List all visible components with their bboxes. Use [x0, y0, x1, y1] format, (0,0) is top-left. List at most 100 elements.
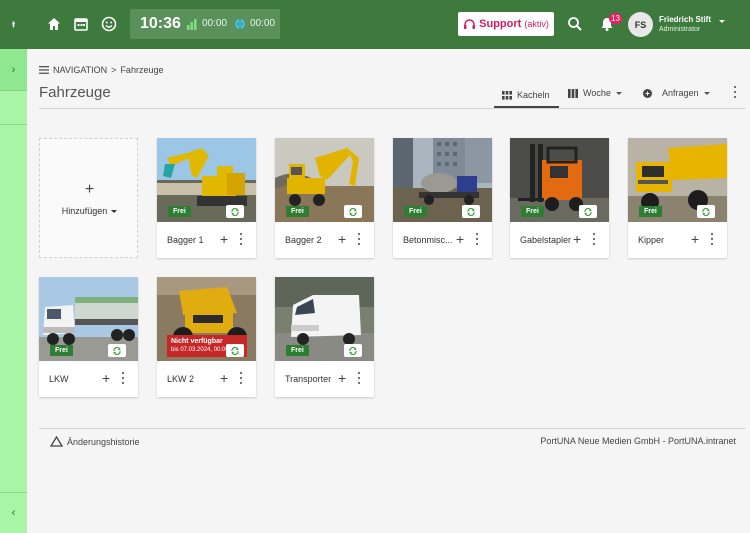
- add-booking-button[interactable]: +: [456, 231, 464, 247]
- user-name[interactable]: Friedrich Stift: [659, 15, 711, 24]
- add-vehicle-dropdown[interactable]: Hinzufügen: [40, 206, 139, 216]
- vehicle-name[interactable]: LKW 2: [167, 374, 219, 384]
- vehicle-tile-transporter[interactable]: Frei Transporter +: [275, 277, 374, 397]
- sync-icon[interactable]: [462, 205, 480, 218]
- user-role: Administrator: [659, 26, 701, 33]
- vehicle-tile-gabelstapler[interactable]: Frei Gabelstapler +: [510, 138, 609, 258]
- more-vert-icon[interactable]: [733, 86, 737, 98]
- chevron-down-icon[interactable]: [719, 20, 725, 23]
- more-vert-icon[interactable]: [592, 233, 596, 245]
- status-badge: Frei: [286, 206, 309, 217]
- chevron-left-icon: ‹: [11, 507, 16, 519]
- vehicle-name[interactable]: Gabelstapler: [520, 235, 572, 245]
- menu-icon[interactable]: [39, 66, 49, 74]
- rail-collapse-button[interactable]: ‹: [0, 492, 27, 533]
- vehicle-name[interactable]: LKW: [49, 374, 101, 384]
- add-vehicle-tile[interactable]: + Hinzufügen: [39, 138, 138, 258]
- breadcrumb-current: Fahrzeuge: [120, 65, 164, 75]
- vehicle-tile-lkw-2[interactable]: Nicht verfügbar bis 07.03.2024, 00:00 LK…: [157, 277, 256, 397]
- rail-divider: [0, 124, 27, 125]
- more-vert-icon[interactable]: [710, 233, 714, 245]
- globe-icon: [235, 18, 245, 30]
- time-tracking-widget[interactable]: 10:36 00:00 00:00: [130, 9, 280, 39]
- vehicle-name[interactable]: Kipper: [638, 235, 690, 245]
- more-vert-icon[interactable]: [357, 233, 361, 245]
- add-icon: +: [84, 181, 95, 198]
- view-week-dropdown[interactable]: Woche: [568, 84, 622, 102]
- left-rail: › ‹: [0, 0, 27, 533]
- warning-triangle-icon: [50, 436, 63, 447]
- calendar-icon[interactable]: [72, 15, 90, 33]
- rail-expand-button[interactable]: ›: [0, 49, 27, 91]
- add-booking-button[interactable]: +: [220, 370, 228, 386]
- vehicle-tile-lkw[interactable]: Frei LKW +: [39, 277, 138, 397]
- breadcrumb-nav[interactable]: NAVIGATION: [53, 65, 107, 75]
- change-history-link[interactable]: Änderungshistorie: [50, 436, 140, 447]
- notification-badge: 13: [609, 13, 622, 24]
- requests-dropdown[interactable]: Anfragen: [642, 84, 710, 102]
- page-title: Fahrzeuge: [39, 84, 111, 101]
- support-icon: [464, 18, 476, 29]
- vehicle-tile-kipper[interactable]: Frei Kipper +: [628, 138, 727, 258]
- sync-icon[interactable]: [344, 344, 362, 357]
- vehicle-tile-betonmischer[interactable]: Frei Betonmisc... +: [393, 138, 492, 258]
- search-icon[interactable]: [566, 15, 584, 33]
- view-week-label: Woche: [583, 88, 611, 98]
- sync-icon[interactable]: [226, 344, 244, 357]
- add-booking-button[interactable]: +: [220, 231, 228, 247]
- smiley-icon[interactable]: [100, 15, 118, 33]
- sync-icon[interactable]: [226, 205, 244, 218]
- more-vert-icon[interactable]: [239, 372, 243, 384]
- status-badge: Frei: [50, 345, 73, 356]
- status-badge: Frei: [639, 206, 662, 217]
- support-button[interactable]: Support (aktiv): [458, 12, 554, 36]
- chevron-down-icon: [615, 91, 622, 95]
- request-icon: [643, 88, 652, 98]
- add-booking-button[interactable]: +: [691, 231, 699, 247]
- columns-icon: [568, 88, 578, 98]
- sync-icon[interactable]: [697, 205, 715, 218]
- breadcrumb-separator: >: [111, 65, 117, 75]
- vehicle-name[interactable]: Bagger 1: [167, 235, 219, 245]
- add-booking-button[interactable]: +: [573, 231, 581, 247]
- more-vert-icon[interactable]: [475, 233, 479, 245]
- add-booking-button[interactable]: +: [102, 370, 110, 386]
- home-icon[interactable]: [45, 15, 63, 33]
- vehicle-name[interactable]: Transporter: [285, 374, 337, 384]
- vehicle-tile-bagger-1[interactable]: Frei Bagger 1 +: [157, 138, 256, 258]
- add-booking-button[interactable]: +: [338, 370, 346, 386]
- chart-icon: [187, 19, 197, 30]
- status-badge: Frei: [168, 206, 191, 217]
- support-status: (aktiv): [524, 19, 549, 29]
- sync-icon[interactable]: [344, 205, 362, 218]
- status-badge: Frei: [404, 206, 427, 217]
- sync-icon[interactable]: [108, 344, 126, 357]
- more-vert-icon[interactable]: [121, 372, 125, 384]
- more-vert-icon[interactable]: [357, 372, 361, 384]
- more-vert-icon[interactable]: [239, 233, 243, 245]
- vehicle-name[interactable]: Betonmisc...: [403, 235, 455, 245]
- pin-icon[interactable]: [0, 0, 27, 49]
- add-vehicle-label: Hinzufügen: [61, 206, 108, 216]
- top-bar: 10:36 00:00 00:00 Support (aktiv) 13 FS …: [27, 0, 750, 49]
- footer-copyright: PortUNA Neue Medien GmbH - PortUNA.intra…: [540, 436, 736, 446]
- timer-2: 00:00: [250, 18, 276, 29]
- timer-1: 00:00: [202, 18, 228, 29]
- view-tiles-button[interactable]: Kacheln: [494, 84, 559, 108]
- add-booking-button[interactable]: +: [338, 231, 346, 247]
- chevron-right-icon: ›: [11, 63, 16, 76]
- chevron-down-icon: [111, 209, 118, 213]
- support-label: Support: [479, 18, 522, 30]
- clock-display: 10:36: [140, 15, 181, 32]
- vehicle-tile-bagger-2[interactable]: Frei Bagger 2 +: [275, 138, 374, 258]
- header-divider: [39, 108, 745, 109]
- chevron-down-icon: [703, 91, 710, 95]
- change-history-label: Änderungshistorie: [67, 436, 140, 447]
- vehicle-name[interactable]: Bagger 2: [285, 235, 337, 245]
- sync-icon[interactable]: [579, 205, 597, 218]
- status-badge: Frei: [521, 206, 544, 217]
- footer-divider: [39, 428, 745, 429]
- avatar[interactable]: FS: [628, 12, 653, 37]
- status-badge: Frei: [286, 345, 309, 356]
- breadcrumb: NAVIGATION > Fahrzeuge: [39, 65, 163, 75]
